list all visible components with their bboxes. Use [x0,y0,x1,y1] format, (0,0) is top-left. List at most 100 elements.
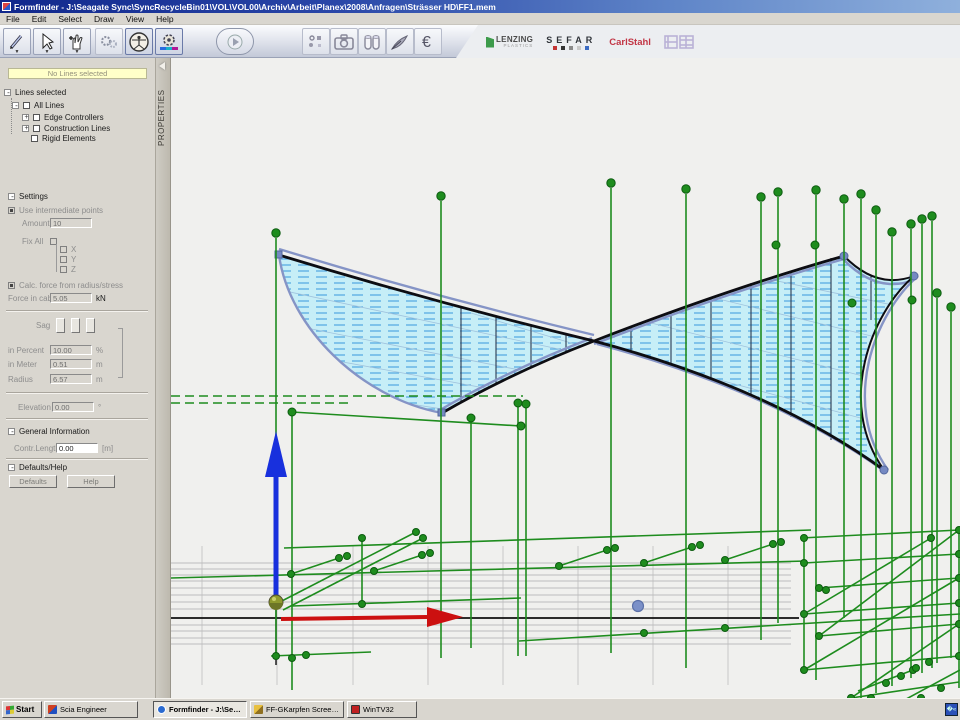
menu-view[interactable]: View [120,14,150,24]
task-scia-engineer[interactable]: Scia Engineer [44,701,138,718]
lenzing-text: LENZING [496,36,533,43]
fix-z-checkbox[interactable] [60,266,67,273]
edge-controllers-checkbox[interactable] [33,114,40,121]
start-label: Start [16,705,34,714]
run-formfinding-button[interactable] [216,28,254,55]
tree-item-rigid-elements[interactable]: Rigid Elements [31,133,96,143]
menu-select[interactable]: Select [52,14,88,24]
help-button[interactable]: Help [67,475,115,488]
use-intermediate-label: Use intermediate points [19,206,103,215]
sag-option-2-button[interactable] [71,318,80,333]
analysis-button[interactable] [125,28,153,55]
cost-button[interactable]: € [414,28,442,55]
collapse-icon[interactable] [8,464,15,471]
collapse-icon[interactable] [12,102,19,109]
collapse-icon[interactable] [4,89,11,96]
meter-row: in Meter 0.51 m [8,359,103,369]
force-row: Force in cable 5.05 kN [8,293,106,303]
task-ffgkarpfen[interactable]: FF-GKarpfen Screenshot... [250,701,344,718]
calc-force-row[interactable]: Calc. force from radius/stress [8,280,123,290]
fix-z-row[interactable]: Z [60,264,76,274]
select-tool-button[interactable]: ▼ [33,28,61,55]
contr-length-row: Contr.Length 0.00 [m] [14,443,113,453]
task-formfinder[interactable]: Formfinder - J:\Seaga... [153,701,247,718]
elevation-field[interactable]: 0.00 [52,402,94,412]
tree-item-construction-lines[interactable]: Construction Lines [22,123,110,133]
start-button[interactable]: Start [2,701,42,718]
contr-length-field[interactable]: 0.00 [56,443,98,453]
calc-force-checkbox[interactable] [8,282,15,289]
expand-icon[interactable] [22,125,29,132]
collapse-icon[interactable] [8,193,15,200]
menu-file[interactable]: File [0,14,26,24]
expand-icon[interactable] [22,114,29,121]
play-icon [227,34,243,50]
material-button[interactable] [358,28,386,55]
percent-field[interactable]: 10.00 [50,345,92,355]
sefar-squares-icon [546,46,596,50]
collapse-panel-arrow-icon[interactable] [159,62,165,70]
partner-logo-4-icon [664,34,694,50]
menu-help[interactable]: Help [150,14,179,24]
formfind-button[interactable] [95,28,123,55]
ground-axis-lines [171,609,799,665]
scia-icon [48,705,57,714]
viewport-canvas[interactable] [171,58,960,698]
separator [6,310,148,312]
fix-x-label: X [71,245,76,254]
toolbar: ▼ ▼ ▼ [0,25,960,58]
fix-x-row[interactable]: X [60,244,76,254]
meter-label: in Meter [8,360,46,369]
fix-y-checkbox[interactable] [60,256,67,263]
properties-tab-label[interactable]: PROPERTIES [157,76,171,146]
calc-force-label: Calc. force from radius/stress [19,281,123,290]
settings-header-label: Settings [19,192,48,201]
contr-length-label: Contr.Length [14,444,52,453]
general-info-header[interactable]: General Information [8,426,90,436]
fix-y-label: Y [71,255,76,264]
radius-field[interactable]: 6.57 [50,374,92,384]
all-lines-checkbox[interactable] [23,102,30,109]
task-wintv32[interactable]: WinTV32 [347,701,417,718]
pan-tool-button[interactable]: ▼ [63,28,91,55]
settings-header[interactable]: Settings [8,191,48,201]
app-icon [2,2,11,11]
ground-grid [171,546,791,685]
main-area: No Lines selected Lines selected All Lin… [0,58,960,698]
menu-edit[interactable]: Edit [26,14,53,24]
window-title: Formfinder - J:\Seagate Sync\SyncRecycle… [14,2,496,12]
sketch-button[interactable] [386,28,414,55]
fix-all-label: Fix All [22,237,46,246]
sag-option-3-button[interactable] [86,318,95,333]
tree-item-edge-controllers[interactable]: Edge Controllers [22,112,104,122]
construction-lines-label: Construction Lines [44,124,110,133]
construction-lines-checkbox[interactable] [33,125,40,132]
meter-field[interactable]: 0.51 [50,359,92,369]
radius-label: Radius [8,375,46,384]
fix-y-row[interactable]: Y [60,254,76,264]
rigid-elements-checkbox[interactable] [31,135,38,142]
tree-item-all-lines[interactable]: All Lines [12,100,64,110]
fix-x-checkbox[interactable] [60,246,67,253]
tray-icon[interactable]: �« [945,703,958,716]
screenshot-icon [254,705,263,714]
tree-root[interactable]: Lines selected [4,87,66,97]
sag-bracket [118,328,123,378]
use-intermediate-row[interactable]: Use intermediate points [8,205,103,215]
sefar-text: SEFAR [546,35,596,45]
taskbar: Start Scia Engineer Formfinder - J:\Seag… [0,698,960,720]
title-bar: Formfinder - J:\Seagate Sync\SyncRecycle… [0,0,960,13]
force-field[interactable]: 5.05 [50,293,92,303]
sag-option-1-button[interactable] [56,318,65,333]
amount-field[interactable]: 10 [50,218,92,228]
use-intermediate-checkbox[interactable] [8,207,15,214]
defaults-help-header[interactable]: Defaults/Help [8,462,67,472]
collapse-icon[interactable] [8,428,15,435]
node-points-icon [306,32,326,52]
defaults-button[interactable]: Defaults [9,475,57,488]
settings-button[interactable] [155,28,183,55]
snapshot-button[interactable] [330,28,358,55]
menu-draw[interactable]: Draw [88,14,120,24]
nodes-button[interactable] [302,28,330,55]
draw-tool-button[interactable]: ▼ [3,28,31,55]
